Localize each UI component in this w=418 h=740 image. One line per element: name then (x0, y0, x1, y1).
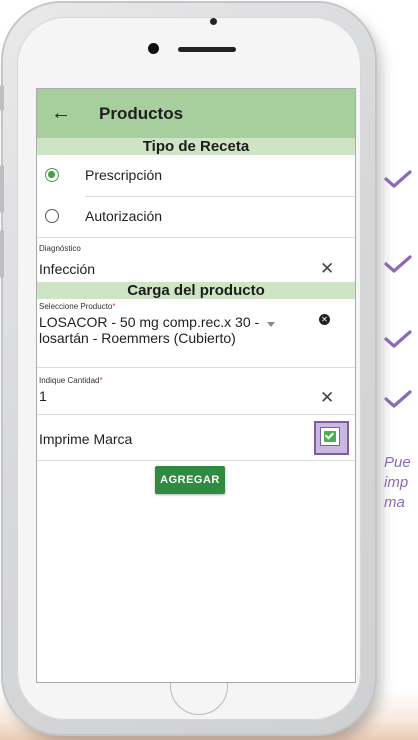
producto-select-line2[interactable]: losartán - Roemmers (Cubierto) (39, 330, 236, 347)
imprime-marca-checkbox-highlight (314, 421, 349, 455)
app-bar: ← Productos (37, 89, 355, 138)
cantidad-label: Indique Cantidad* (39, 376, 103, 385)
volume-down-button (0, 230, 4, 278)
proximity-sensor (210, 18, 217, 25)
diagnostico-field[interactable]: Infección (39, 261, 95, 278)
checkbox-checked-icon (324, 431, 336, 442)
clear-circle-icon[interactable]: ✕ (319, 314, 330, 325)
clear-icon[interactable]: ✕ (320, 388, 334, 408)
checkmark-icon (384, 330, 412, 348)
volume-up-button (0, 165, 4, 213)
agregar-button[interactable]: AGREGAR (155, 466, 225, 494)
clear-icon[interactable]: ✕ (320, 259, 334, 279)
page-title: Productos (99, 103, 184, 123)
radio-prescripcion[interactable]: Prescripción (37, 156, 355, 194)
radio-label: Autorización (85, 208, 163, 224)
radio-autorizacion[interactable]: Autorización (37, 197, 355, 235)
checkmark-icon (384, 390, 412, 408)
radio-selected-icon[interactable] (45, 168, 59, 182)
radio-unselected-icon[interactable] (45, 209, 59, 223)
app-screen: ← Productos Tipo de Receta Prescripción … (37, 89, 355, 682)
earpiece-speaker (178, 47, 236, 52)
producto-label: Seleccione Producto* (39, 302, 116, 311)
producto-select-line1[interactable]: LOSACOR - 50 mg comp.rec.x 30 - (39, 314, 259, 331)
divider (37, 414, 355, 415)
radio-label: Prescripción (85, 167, 163, 183)
diagnostico-label: Diagnóstico (39, 244, 81, 253)
cantidad-field[interactable]: 1 (39, 388, 47, 405)
divider (37, 237, 355, 238)
annotation-line: imp (384, 474, 409, 491)
imprime-marca-checkbox[interactable] (320, 427, 340, 446)
carga-producto-header: Carga del producto (37, 282, 355, 299)
chevron-down-icon[interactable] (267, 322, 275, 327)
annotation-line: ma (384, 494, 405, 511)
annotation-line: Pue (384, 454, 411, 471)
imprime-marca-label: Imprime Marca (39, 431, 133, 447)
front-camera (148, 43, 159, 54)
mute-switch (0, 85, 4, 111)
divider (37, 460, 355, 461)
tipo-receta-header: Tipo de Receta (37, 138, 355, 155)
checkmark-icon (384, 255, 412, 273)
divider (37, 367, 355, 368)
annotation-text: Pue imp ma (384, 453, 418, 513)
back-arrow-icon[interactable]: ← (51, 102, 75, 125)
checkmark-icon (384, 170, 412, 188)
